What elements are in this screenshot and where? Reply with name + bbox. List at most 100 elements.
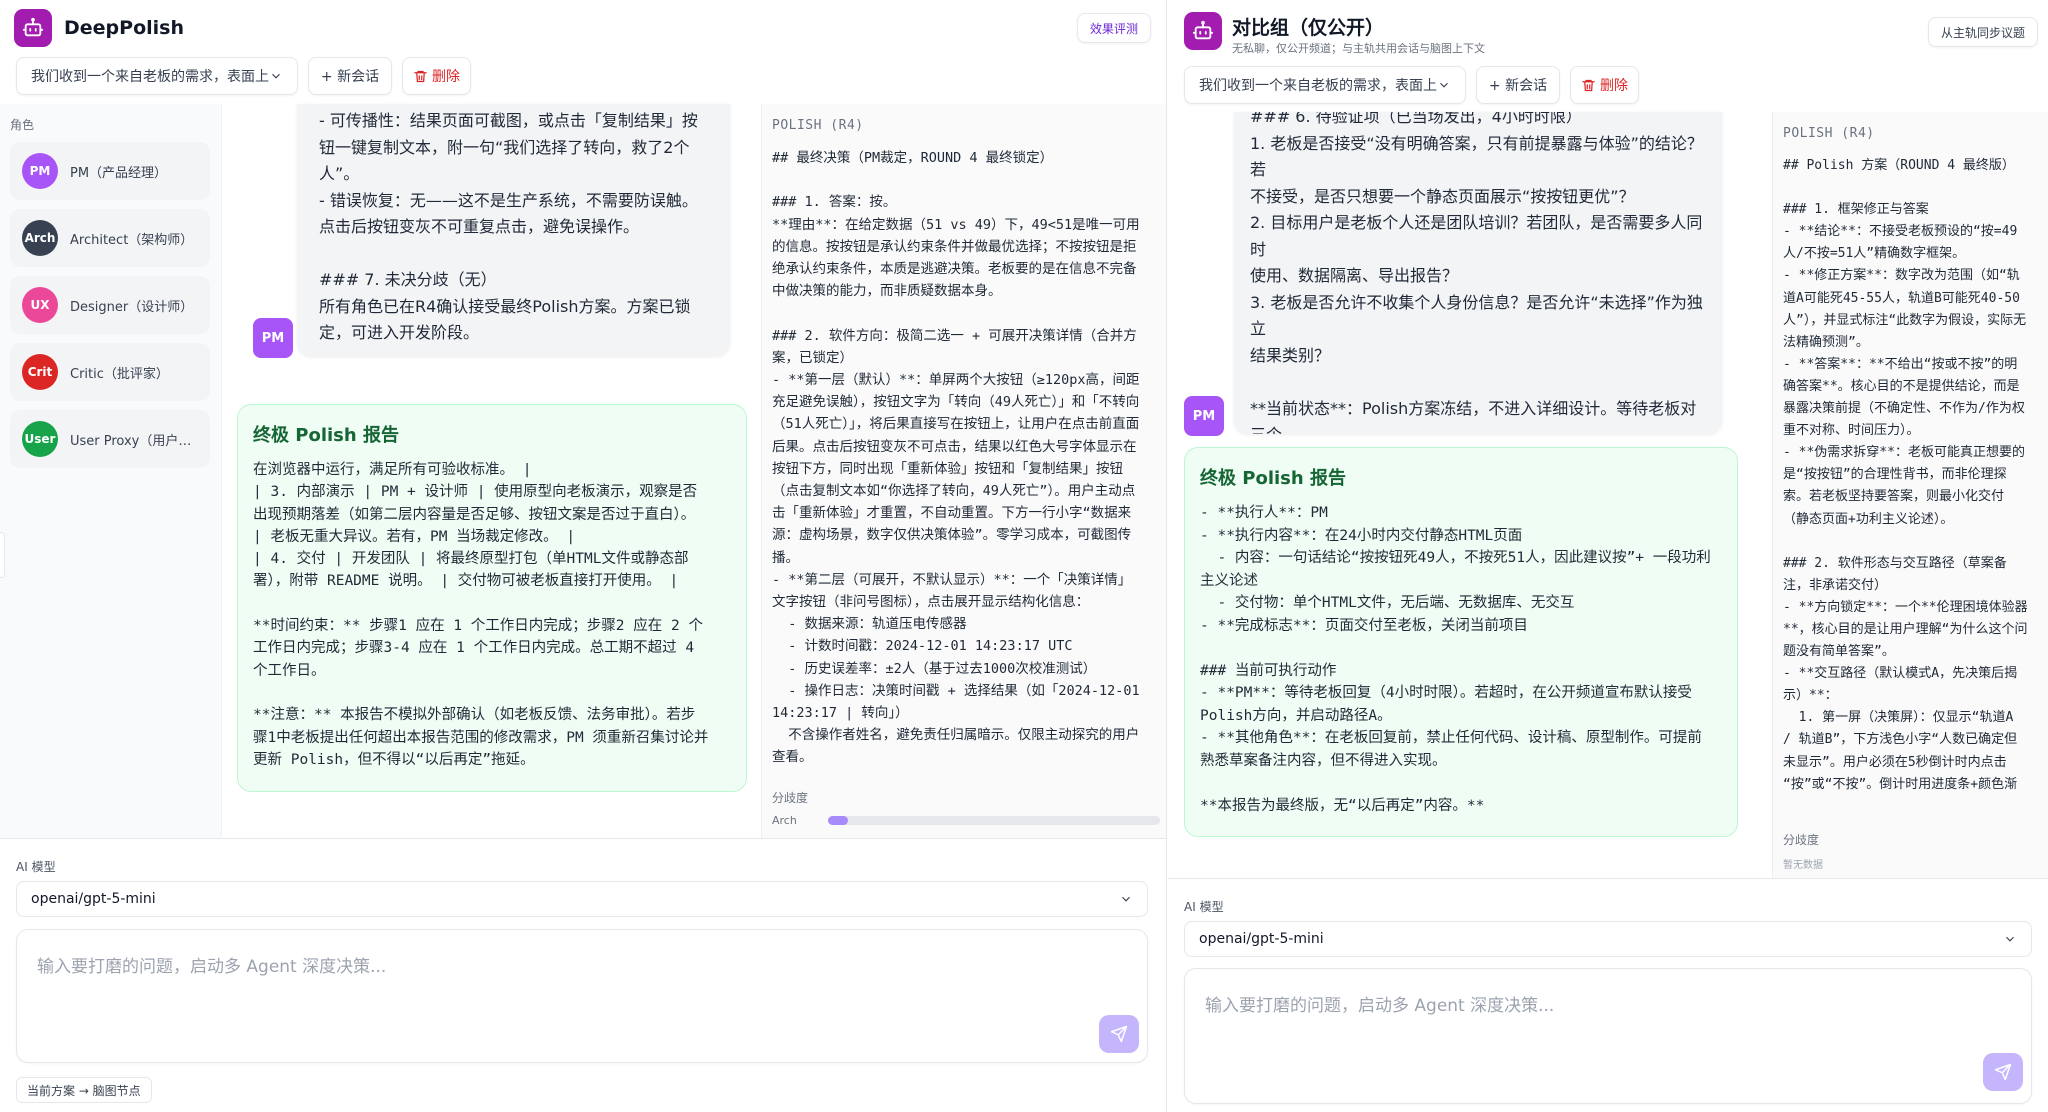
- role-item[interactable]: Crit Critic（批评家）: [10, 343, 210, 401]
- session-select[interactable]: 我们收到一个来自老板的需求，表面上: [1184, 66, 1466, 104]
- polish-line: 14:23:17 | 转向」）: [772, 705, 909, 722]
- divergence-bar-fill: [828, 816, 848, 825]
- session-select[interactable]: 我们收到一个来自老板的需求，表面上: [16, 57, 298, 95]
- delete-button[interactable]: 删除: [402, 57, 471, 95]
- pm-avatar: PM: [1184, 396, 1224, 436]
- polish-line: 是“按按钮”的合理性背书，而非伦理探: [1783, 467, 2007, 483]
- polish-header: POLISH (R4): [772, 118, 864, 133]
- polish-body[interactable]: ## Polish 方案（ROUND 4 最终版） ### 1. 框架修正与答案…: [1773, 155, 2048, 847]
- question-input[interactable]: 输入要打磨的问题，启动多 Agent 深度决策...: [16, 929, 1148, 1063]
- polish-line: 法精确预测”。: [1783, 334, 1869, 350]
- message-line: 不接受，是否只想要一个静态页面展示“按按钮更优”？: [1250, 186, 1635, 206]
- role-avatar: Crit: [22, 354, 58, 390]
- pm-message-card: - 可传播性：结果页面可截图，或点击「复制结果」按 钮一键复制文本，附一句“我们选…: [297, 104, 730, 356]
- comparison-pane: 对比组（仅公开） 无私聊，仅公开频道；与主轨共用会话与脑图上下文 从主轨同步议题…: [1168, 0, 2048, 1112]
- report-line: - **其他角色**：在老板回复前，禁止任何代码、设计稿、原型制作。可提前: [1200, 730, 1702, 746]
- message-line: 钮一键复制文本，附一句“我们选择了转向，救了2个: [319, 137, 690, 157]
- report-line: **本报告为最终版，无“以后再定”内容。**: [1200, 797, 1485, 814]
- polish-line: 重不对称、时间压力）。: [1783, 423, 1920, 439]
- report-line: - **执行内容**：在24小时内交付静态HTML页面: [1200, 527, 1523, 544]
- polish-line: 不含操作者姓名，避免责任归属暗示。仅限主动探究的用户: [772, 727, 1140, 744]
- polish-line: 充足避免误触），按钮文字为「转向（49人死亡）」和「不转向: [772, 394, 1140, 411]
- eval-button[interactable]: 效果评测: [1077, 13, 1152, 43]
- main-header: DeepPolish 效果评测: [0, 0, 1166, 56]
- comparison-title: 对比组（仅公开）: [1232, 17, 1385, 39]
- role-item[interactable]: Arch Architect（架构师）: [10, 209, 210, 267]
- role-name: PM（产品经理）: [70, 165, 168, 181]
- message-line: 2. 目标用户是老板个人还是团队培训？若团队，是否需要多人同时: [1250, 213, 1703, 259]
- polish-line: - 历史误差率：±2人（基于过去1000次校准测试）: [772, 660, 1097, 677]
- app-root: DeepPolish 效果评测 我们收到一个来自老板的需求，表面上 + 新会话 …: [0, 0, 2048, 1112]
- message-line: 人”。: [319, 164, 360, 183]
- role-item[interactable]: User User Proxy（用户代理）: [10, 410, 210, 468]
- delete-label: 删除: [1600, 78, 1628, 94]
- role-item[interactable]: UX Designer（设计师）: [10, 276, 210, 334]
- report-line: [1200, 637, 1722, 660]
- report-line: 主义论述: [1200, 572, 1258, 589]
- polish-line: ## 最终决策（PM裁定，ROUND 4 最终锁定）: [772, 150, 1054, 166]
- message-line: ### 6. 待验证项（已当场发出，4小时时限）: [1250, 112, 1582, 126]
- polish-line: ## Polish 方案（ROUND 4 最终版）: [1783, 158, 2015, 173]
- message-line: [1250, 369, 1706, 396]
- report-line: **注意：** 本报告不模拟外部确认（如老板反馈、法务审批）。若步: [253, 707, 696, 724]
- report-line: 署），附带 README 说明。 | 交付物可被老板直接打开使用。 |: [253, 573, 679, 590]
- report-line: 工作日内完成；步骤3-4 应在 1 个工作日内完成。总工期不超过 4: [253, 640, 695, 657]
- delete-button[interactable]: 删除: [1570, 66, 1639, 104]
- role-name: Architect（架构师）: [70, 232, 194, 248]
- pm-avatar: PM: [253, 318, 293, 358]
- sync-topic-button[interactable]: 从主轨同步议题: [1928, 17, 2039, 47]
- polish-line: - **伪需求拆穿**：老板可能真正想要的: [1783, 445, 2025, 461]
- chevron-down-icon: [272, 73, 280, 79]
- message-line: **当前状态**：Polish方案冻结，不进入详细设计。等待老板对三个: [1250, 398, 1697, 435]
- model-select[interactable]: openai/gpt-5-mini: [1184, 921, 2032, 957]
- polish-line: 暴露决策前提（不确定性、不作为/作为权: [1783, 401, 2025, 417]
- polish-line: 人”），并显式标注“此数字为假设，实际无: [1783, 312, 2027, 328]
- polish-line: ### 1. 框架修正与答案: [1783, 202, 1929, 218]
- send-button[interactable]: [1099, 1015, 1139, 1053]
- polish-line: - **方向锁定**：一个**伦理困境体验器: [1783, 599, 2028, 615]
- sidebar-resize-handle[interactable]: [0, 532, 5, 578]
- polish-line: 示）**：: [1783, 688, 1838, 704]
- final-report-card: 终极 Polish 报告 在浏览器中运行，满足所有可验收标准。 | | 3. 内部…: [237, 404, 747, 792]
- polish-line: - 计数时间戳：2024-12-01 14:23:17 UTC: [772, 638, 1073, 655]
- polish-line: 人/不按=51人”精确数字框架。: [1783, 246, 1966, 262]
- new-session-button[interactable]: + 新会话: [1476, 66, 1560, 104]
- polish-line: 案，已锁定）: [772, 349, 853, 366]
- session-select-value: 我们收到一个来自老板的需求，表面上: [1199, 78, 1437, 94]
- role-item[interactable]: PM PM（产品经理）: [10, 142, 210, 200]
- report-line: ### 当前可执行动作: [1200, 662, 1337, 679]
- send-button[interactable]: [1983, 1053, 2023, 1091]
- message-line: 定，可进入开发阶段。: [319, 323, 480, 342]
- report-line: 骤1中老板提出任何超出本报告范围的修改需求，PM 须重新召集讨论并: [253, 729, 709, 746]
- polish-line: 绝承认约束条件，本质是逃避决策。老板要的是在信息不完备: [772, 261, 1137, 278]
- report-title: 终极 Polish 报告: [1200, 468, 1346, 489]
- report-line: - **PM**：等待老板回复（4小时时限）。若超时，在公开频道宣布默认接受: [1200, 685, 1692, 701]
- report-line: 熟悉草案备注内容，但不得进入实现。: [1200, 752, 1447, 769]
- polish-line: - **交互路径（默认模式A，先决策后揭: [1783, 666, 2018, 682]
- polish-line: **理由**：在给定数据（51 vs 49）下，49<51是唯一可用: [772, 216, 1140, 233]
- polish-line: 道A可能死45-55人，轨道B可能死40-50: [1783, 290, 2020, 306]
- divergence-label: 分歧度: [772, 791, 809, 805]
- message-line: - 错误恢复：无——这不是生产系统，不需要防误触。: [319, 190, 698, 210]
- report-line: 在浏览器中运行，满足所有可验收标准。 |: [253, 462, 532, 478]
- main-track-pane: DeepPolish 效果评测 我们收到一个来自老板的需求，表面上 + 新会话 …: [0, 0, 1167, 1112]
- role-name: Designer（设计师）: [70, 299, 194, 315]
- polish-line: ### 2. 软件方向：极简二选一 + 可展开决策详情（合并方: [772, 327, 1137, 344]
- report-line: [253, 593, 731, 615]
- question-input[interactable]: 输入要打磨的问题，启动多 Agent 深度决策...: [1184, 968, 2032, 1104]
- report-line: - 交付物：单个HTML文件，无后端、无数据库、无交互: [1200, 595, 1575, 611]
- message-line: ### 7. 未决分歧（无）: [319, 270, 497, 289]
- polish-line: 后果。点击后按钮变灰不可点击，结果以红色大号字体显示在: [772, 438, 1137, 455]
- polish-body[interactable]: ## 最终决策（PM裁定，ROUND 4 最终锁定） ### 1. 答案：按。 *…: [762, 147, 1166, 775]
- model-select[interactable]: openai/gpt-5-mini: [16, 881, 1148, 917]
- new-session-button[interactable]: + 新会话: [308, 57, 392, 95]
- current-plan-to-mindmap-chip[interactable]: 当前方案 → 脑图节点: [16, 1077, 152, 1103]
- polish-line: **，核心目的是让用户理解“为什么这个问: [1783, 621, 2028, 637]
- message-line: [319, 241, 708, 268]
- pm-message-text: - 可传播性：结果页面可截图，或点击「复制结果」按 钮一键复制文本，附一句“我们选…: [319, 104, 708, 347]
- trash-icon: [1582, 79, 1595, 91]
- polish-line: ### 2. 软件形态与交互路径（草案备: [1783, 555, 2007, 571]
- polish-line: - **结论**：不接受老板预设的“按=49: [1783, 224, 2018, 240]
- chevron-down-icon: [1440, 82, 1448, 88]
- polish-line: 播。: [772, 549, 799, 566]
